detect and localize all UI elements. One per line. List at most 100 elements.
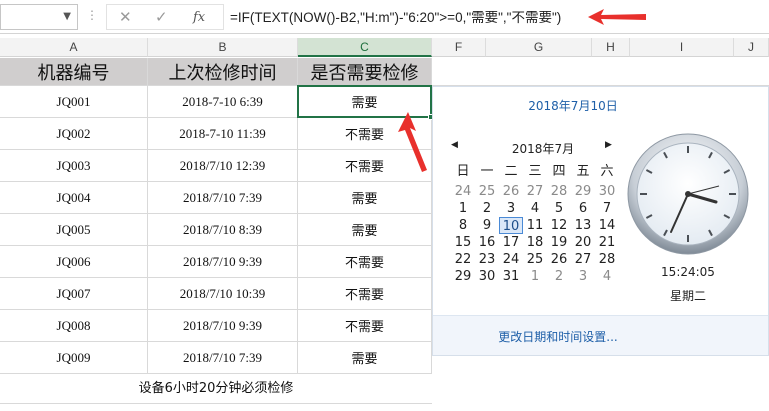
header-needs-repair[interactable]: 是否需要检修 bbox=[298, 58, 432, 85]
calendar-day[interactable]: 26 bbox=[547, 251, 571, 268]
calendar-day[interactable]: 2 bbox=[475, 200, 499, 217]
cell-machine-id[interactable]: JQ004 bbox=[0, 182, 148, 213]
calendar-day[interactable]: 9 bbox=[475, 217, 499, 234]
calendar-day[interactable]: 19 bbox=[547, 234, 571, 251]
cell-last-repair-time[interactable]: 2018/7/10 8:39 bbox=[148, 214, 298, 245]
calendar-day[interactable]: 29 bbox=[451, 268, 475, 285]
cell-needs-repair[interactable]: 需要 bbox=[298, 182, 432, 213]
calendar-day[interactable]: 12 bbox=[547, 217, 571, 234]
column-header-a[interactable]: A bbox=[0, 38, 148, 57]
name-box[interactable]: ▼ bbox=[0, 4, 78, 30]
formula-buttons: ✕ ✓ fx bbox=[106, 4, 224, 30]
calendar-day[interactable]: 3 bbox=[571, 268, 595, 285]
date-link[interactable]: 2018年7月10日 bbox=[433, 97, 713, 114]
calendar-day[interactable]: 25 bbox=[475, 183, 499, 200]
calendar-day[interactable]: 14 bbox=[595, 217, 619, 234]
cell-last-repair-time[interactable]: 2018/7/10 7:39 bbox=[148, 182, 298, 213]
clock-weekday: 星期二 bbox=[669, 289, 706, 303]
formula-input[interactable]: =IF(TEXT(NOW()-B2,"H:m")-"6:20">=0,"需要",… bbox=[230, 6, 561, 26]
calendar-day[interactable]: 30 bbox=[475, 268, 499, 285]
cell-needs-repair[interactable]: 不需要 bbox=[298, 246, 432, 277]
cell-last-repair-time[interactable]: 2018-7-10 11:39 bbox=[148, 118, 298, 149]
calendar-day[interactable]: 24 bbox=[451, 183, 475, 200]
note-cell[interactable]: 设备6小时20分钟必须检修 bbox=[0, 374, 432, 404]
calendar-day[interactable]: 4 bbox=[523, 200, 547, 217]
table-row: JQ005 2018/7/10 8:39 需要 bbox=[0, 214, 432, 246]
calendar-day[interactable]: 27 bbox=[571, 251, 595, 268]
calendar-day[interactable]: 23 bbox=[475, 251, 499, 268]
calendar-day[interactable]: 25 bbox=[523, 251, 547, 268]
calendar-day[interactable]: 21 bbox=[595, 234, 619, 251]
clock-time: 15:24:05 bbox=[661, 265, 715, 279]
insert-function-button[interactable]: fx bbox=[193, 10, 205, 25]
cell-last-repair-time[interactable]: 2018/7/10 10:39 bbox=[148, 278, 298, 309]
next-month-icon[interactable]: ▶ bbox=[605, 140, 612, 150]
weekday-label: 四 bbox=[552, 164, 566, 179]
cell-machine-id[interactable]: JQ003 bbox=[0, 150, 148, 181]
cell-machine-id[interactable]: JQ002 bbox=[0, 118, 148, 149]
cell-machine-id[interactable]: JQ007 bbox=[0, 278, 148, 309]
cancel-icon[interactable]: ✕ bbox=[119, 8, 132, 26]
cell-last-repair-time[interactable]: 2018/7/10 9:39 bbox=[148, 246, 298, 277]
header-machine-id[interactable]: 机器编号 bbox=[0, 58, 148, 85]
cell-machine-id[interactable]: JQ009 bbox=[0, 342, 148, 373]
table-header-row: 机器编号 上次检修时间 是否需要检修 bbox=[0, 58, 432, 86]
column-header-j[interactable]: J bbox=[734, 38, 769, 57]
calendar-day[interactable]: 20 bbox=[571, 234, 595, 251]
calendar-day[interactable]: 27 bbox=[523, 183, 547, 200]
popup-footer: 更改日期和时间设置... bbox=[433, 315, 768, 355]
calendar-day[interactable]: 26 bbox=[499, 183, 523, 200]
column-header-c[interactable]: C bbox=[298, 38, 432, 57]
cell-needs-repair[interactable]: 不需要 bbox=[298, 278, 432, 309]
calendar-month-title[interactable]: 2018年7月 bbox=[473, 140, 613, 157]
cell-needs-repair[interactable]: 不需要 bbox=[298, 310, 432, 341]
calendar-day[interactable]: 17 bbox=[499, 234, 523, 251]
calendar-day[interactable]: 2 bbox=[547, 268, 571, 285]
calendar-day-today[interactable]: 10 bbox=[499, 217, 523, 234]
table-row: JQ008 2018/7/10 9:39 不需要 bbox=[0, 310, 432, 342]
enter-icon[interactable]: ✓ bbox=[155, 8, 168, 26]
cell-machine-id[interactable]: JQ005 bbox=[0, 214, 148, 245]
header-last-repair-time[interactable]: 上次检修时间 bbox=[148, 58, 298, 85]
calendar-day[interactable]: 13 bbox=[571, 217, 595, 234]
drag-handle-icon[interactable]: ⋮ bbox=[86, 8, 100, 26]
cell-needs-repair[interactable]: 需要 bbox=[298, 342, 432, 373]
calendar-day[interactable]: 30 bbox=[595, 183, 619, 200]
calendar-day[interactable]: 3 bbox=[499, 200, 523, 217]
calendar-day[interactable]: 31 bbox=[499, 268, 523, 285]
calendar-day[interactable]: 1 bbox=[451, 200, 475, 217]
calendar-day[interactable]: 1 bbox=[523, 268, 547, 285]
calendar-day[interactable]: 28 bbox=[547, 183, 571, 200]
calendar-day[interactable]: 28 bbox=[595, 251, 619, 268]
calendar-day[interactable]: 5 bbox=[547, 200, 571, 217]
column-header-i[interactable]: I bbox=[630, 38, 734, 57]
calendar-day[interactable]: 29 bbox=[571, 183, 595, 200]
weekday-label: 三 bbox=[528, 164, 542, 179]
calendar-day[interactable]: 8 bbox=[451, 217, 475, 234]
calendar-day[interactable]: 18 bbox=[523, 234, 547, 251]
cell-last-repair-time[interactable]: 2018-7-10 6:39 bbox=[148, 86, 298, 117]
calendar-day[interactable]: 22 bbox=[451, 251, 475, 268]
column-header-h[interactable]: H bbox=[592, 38, 630, 57]
calendar-day[interactable]: 24 bbox=[499, 251, 523, 268]
calendar-day[interactable]: 4 bbox=[595, 268, 619, 285]
calendar-day[interactable]: 16 bbox=[475, 234, 499, 251]
calendar-day[interactable]: 6 bbox=[571, 200, 595, 217]
column-header-f[interactable]: F bbox=[432, 38, 486, 57]
cell-last-repair-time[interactable]: 2018/7/10 9:39 bbox=[148, 310, 298, 341]
chevron-down-icon[interactable]: ▼ bbox=[63, 11, 71, 22]
table-row: JQ009 2018/7/10 7:39 需要 bbox=[0, 342, 432, 374]
cell-needs-repair[interactable]: 需要 bbox=[298, 214, 432, 245]
cell-machine-id[interactable]: JQ001 bbox=[0, 86, 148, 117]
column-header-b[interactable]: B bbox=[148, 38, 298, 57]
cell-last-repair-time[interactable]: 2018/7/10 12:39 bbox=[148, 150, 298, 181]
change-datetime-settings-link[interactable]: 更改日期和时间设置... bbox=[433, 328, 683, 345]
calendar-day[interactable]: 11 bbox=[523, 217, 547, 234]
cell-machine-id[interactable]: JQ006 bbox=[0, 246, 148, 277]
calendar-day[interactable]: 7 bbox=[595, 200, 619, 217]
cell-machine-id[interactable]: JQ008 bbox=[0, 310, 148, 341]
prev-month-icon[interactable]: ◀ bbox=[451, 140, 458, 150]
cell-last-repair-time[interactable]: 2018/7/10 7:39 bbox=[148, 342, 298, 373]
column-header-g[interactable]: G bbox=[486, 38, 592, 57]
calendar-day[interactable]: 15 bbox=[451, 234, 475, 251]
